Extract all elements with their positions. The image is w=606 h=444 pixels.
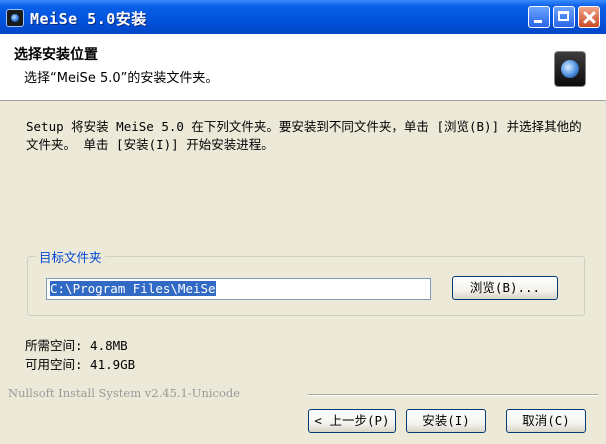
maximize-button[interactable] bbox=[553, 6, 575, 28]
title-bar[interactable]: MeiSe 5.0安装 bbox=[0, 0, 606, 34]
instructions-text: Setup 将安装 MeiSe 5.0 在下列文件夹。要安装到不同文件夹，单击 … bbox=[26, 119, 582, 152]
cancel-button[interactable]: 取消(C) bbox=[506, 409, 586, 433]
page-subtitle: 选择“MeiSe 5.0”的安装文件夹。 bbox=[24, 71, 219, 86]
destination-folder-group: 目标文件夹 C:\Program Files\MeiSe 浏览(B)... bbox=[27, 247, 585, 316]
window-title: MeiSe 5.0安装 bbox=[30, 10, 147, 28]
install-button[interactable]: 安装(I) bbox=[406, 409, 486, 433]
minimize-button[interactable] bbox=[528, 6, 550, 28]
header-panel: 选择安装位置 选择“MeiSe 5.0”的安装文件夹。 bbox=[0, 34, 606, 101]
branding-text: Nullsoft Install System v2.45.1-Unicode bbox=[8, 386, 241, 400]
footer-divider bbox=[308, 394, 598, 396]
browse-button[interactable]: 浏览(B)... bbox=[452, 276, 558, 300]
close-button[interactable] bbox=[578, 6, 600, 28]
destination-path-value: C:\Program Files\MeiSe bbox=[50, 281, 216, 296]
back-button[interactable]: < 上一步(P) bbox=[308, 409, 396, 433]
installer-window: MeiSe 5.0安装 选择安装位置 选择“MeiSe 5.0”的安装文件夹。 … bbox=[0, 0, 606, 444]
installer-logo-icon bbox=[554, 51, 586, 87]
page-title: 选择安装位置 bbox=[14, 47, 98, 63]
app-icon[interactable] bbox=[6, 9, 24, 27]
space-available: 可用空间: 41.9GB bbox=[25, 357, 136, 372]
space-required: 所需空间: 4.8MB bbox=[25, 338, 128, 353]
destination-folder-label: 目标文件夹 bbox=[36, 247, 105, 266]
destination-path-input[interactable]: C:\Program Files\MeiSe bbox=[46, 278, 431, 300]
